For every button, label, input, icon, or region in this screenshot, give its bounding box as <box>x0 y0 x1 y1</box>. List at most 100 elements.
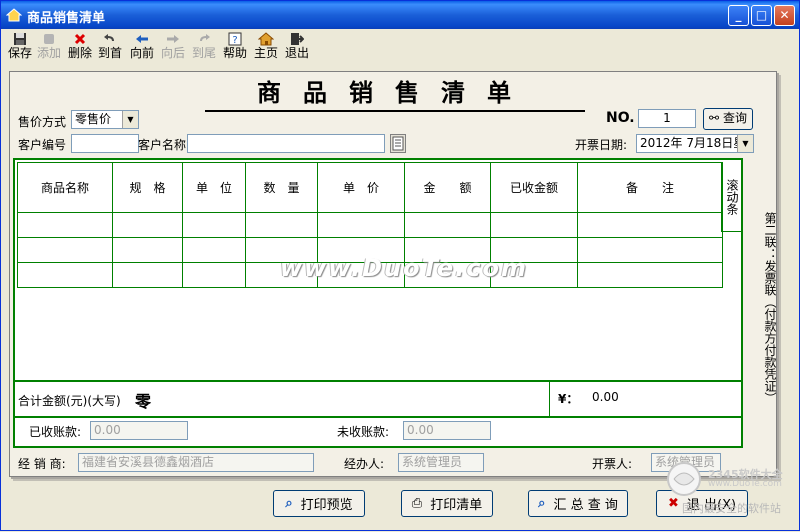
dealer-label: 经 销 商: <box>18 457 66 471</box>
invoice-date-value: 2012年 7月18日星 <box>640 136 746 150</box>
table-cell[interactable] <box>112 212 183 238</box>
next-button[interactable]: 向后 <box>158 32 188 66</box>
prev-button[interactable]: 向前 <box>127 32 157 66</box>
print-list-button[interactable]: ⎙ 打印清单 <box>401 490 493 517</box>
customer-lookup-button[interactable] <box>390 134 406 153</box>
items-grid: 商品名称 规 格 单 位 数 量 单 价 金 额 已收金额 备 注 滚动条 合计… <box>13 158 743 448</box>
table-header-row: 商品名称 规 格 单 位 数 量 单 价 金 额 已收金额 备 注 <box>17 162 723 213</box>
invoice-date-picker[interactable]: 2012年 7月18日星 ▼ <box>636 134 754 153</box>
floppy-icon <box>14 33 26 45</box>
handler-field[interactable]: 系统管理员 <box>398 453 484 472</box>
toolbar-label: 帮助 <box>222 46 247 60</box>
summary-query-button[interactable]: ⌕ 汇 总 查 询 <box>528 490 628 517</box>
column-header: 金 额 <box>404 162 491 213</box>
grid-divider <box>549 380 550 416</box>
table-cell[interactable] <box>17 262 113 288</box>
window-title: 商品销售清单 <box>27 11 106 26</box>
total-label: 合计金额(元)(大写) <box>18 394 121 408</box>
invoice-date-label: 开票日期: <box>575 138 628 152</box>
customer-name-field[interactable] <box>187 134 385 153</box>
chevron-down-icon[interactable]: ▼ <box>122 111 138 128</box>
copy-label: 第二联：发票联（付款方付款凭证） <box>763 212 777 404</box>
scroll-column-label[interactable]: 滚动条 <box>721 162 741 232</box>
issuer-label: 开票人: <box>592 457 633 471</box>
yen-value: 0.00 <box>592 390 619 404</box>
first-button[interactable]: 到首 <box>95 32 125 66</box>
corner-logo: 2345软件大全 www.DuoTe.com 国内最安全的软件站 <box>656 459 800 532</box>
add-button[interactable]: 添加 <box>34 32 64 66</box>
column-header: 单 位 <box>182 162 246 213</box>
table-cell[interactable] <box>182 262 246 288</box>
received-label: 已收账款: <box>29 425 82 439</box>
print-preview-label: 打印预览 <box>300 498 353 513</box>
svg-text:?: ? <box>232 35 237 46</box>
exit-icon <box>291 33 304 45</box>
delete-icon <box>74 33 86 45</box>
price-mode-select[interactable]: 零售价 ▼ <box>71 110 139 129</box>
title-bar[interactable]: 商品销售清单 _ □ ✕ <box>1 1 799 29</box>
minimize-button[interactable]: _ <box>728 5 749 26</box>
toolbar-label: 向后 <box>160 46 185 60</box>
print-list-label: 打印清单 <box>430 498 483 513</box>
column-header: 已收金额 <box>490 162 578 213</box>
print-preview-button[interactable]: ⌕ 打印预览 <box>273 490 365 517</box>
main-window: 商品销售清单 _ □ ✕ 保存 添加 删除 到首 向前 向后 到尾 ? 帮助 主… <box>0 0 800 531</box>
search-icon: ⌕ <box>538 496 546 511</box>
table-cell[interactable] <box>182 237 246 263</box>
last-button[interactable]: 到尾 <box>189 32 219 66</box>
yen-label: ¥： <box>558 392 579 406</box>
toolbar-label: 退出 <box>284 46 309 60</box>
add-icon <box>44 34 54 44</box>
customer-code-field[interactable] <box>71 134 139 153</box>
query-label: 查询 <box>722 111 747 125</box>
table-cell[interactable] <box>112 237 183 263</box>
no-label: NO. <box>606 110 635 126</box>
received-field[interactable]: 0.00 <box>90 421 188 440</box>
maximize-button[interactable]: □ <box>751 5 772 26</box>
form-title: 商品销售清单 <box>205 78 585 112</box>
binoculars-icon: ⚯ <box>709 111 720 125</box>
table-cell[interactable] <box>577 212 723 238</box>
table-cell[interactable] <box>317 212 405 238</box>
home-button[interactable]: 主页 <box>251 32 281 66</box>
table-cell[interactable] <box>245 212 318 238</box>
total-words: 零 <box>135 392 152 411</box>
magnifier-icon: ⌕ <box>285 496 293 511</box>
no-field[interactable]: 1 <box>638 109 696 128</box>
column-header: 规 格 <box>112 162 183 213</box>
exit-button[interactable]: 退出 <box>282 32 312 66</box>
column-header: 备 注 <box>577 162 723 213</box>
delete-button[interactable]: 删除 <box>65 32 95 66</box>
customer-code-label: 客户编号 <box>18 138 67 152</box>
table-cell[interactable] <box>112 262 183 288</box>
toolbar-label: 保存 <box>7 46 32 60</box>
logo-site: www.DuoTe.com <box>708 479 782 489</box>
toolbar-label: 到首 <box>97 46 122 60</box>
logo-caption: 国内最安全的软件站 <box>682 502 781 515</box>
close-button[interactable]: ✕ <box>774 5 795 26</box>
help-button[interactable]: ? 帮助 <box>220 32 250 66</box>
table-cell[interactable] <box>182 212 246 238</box>
dealer-field[interactable]: 福建省安溪县德鑫烟酒店 <box>78 453 314 472</box>
save-button[interactable]: 保存 <box>5 32 35 66</box>
price-mode-label: 售价方式 <box>18 115 67 129</box>
toolbar-label: 删除 <box>67 46 92 60</box>
chevron-down-icon[interactable]: ▼ <box>737 135 753 152</box>
help-icon: ? <box>228 32 242 46</box>
summary-query-label: 汇 总 查 询 <box>553 498 618 513</box>
price-mode-value: 零售价 <box>75 112 112 126</box>
table-cell[interactable] <box>577 262 723 288</box>
column-header: 数 量 <box>245 162 318 213</box>
table-cell[interactable] <box>490 212 578 238</box>
next-icon <box>167 35 179 43</box>
table-row[interactable] <box>17 212 723 238</box>
query-button[interactable]: ⚯ 查询 <box>703 108 753 130</box>
no-value: 1 <box>663 111 671 125</box>
handler-label: 经办人: <box>344 457 385 471</box>
unreceived-field[interactable]: 0.00 <box>403 421 491 440</box>
table-cell[interactable] <box>17 212 113 238</box>
table-cell[interactable] <box>577 237 723 263</box>
unreceived-label: 未收账款: <box>337 425 390 439</box>
table-cell[interactable] <box>404 212 491 238</box>
table-cell[interactable] <box>17 237 113 263</box>
